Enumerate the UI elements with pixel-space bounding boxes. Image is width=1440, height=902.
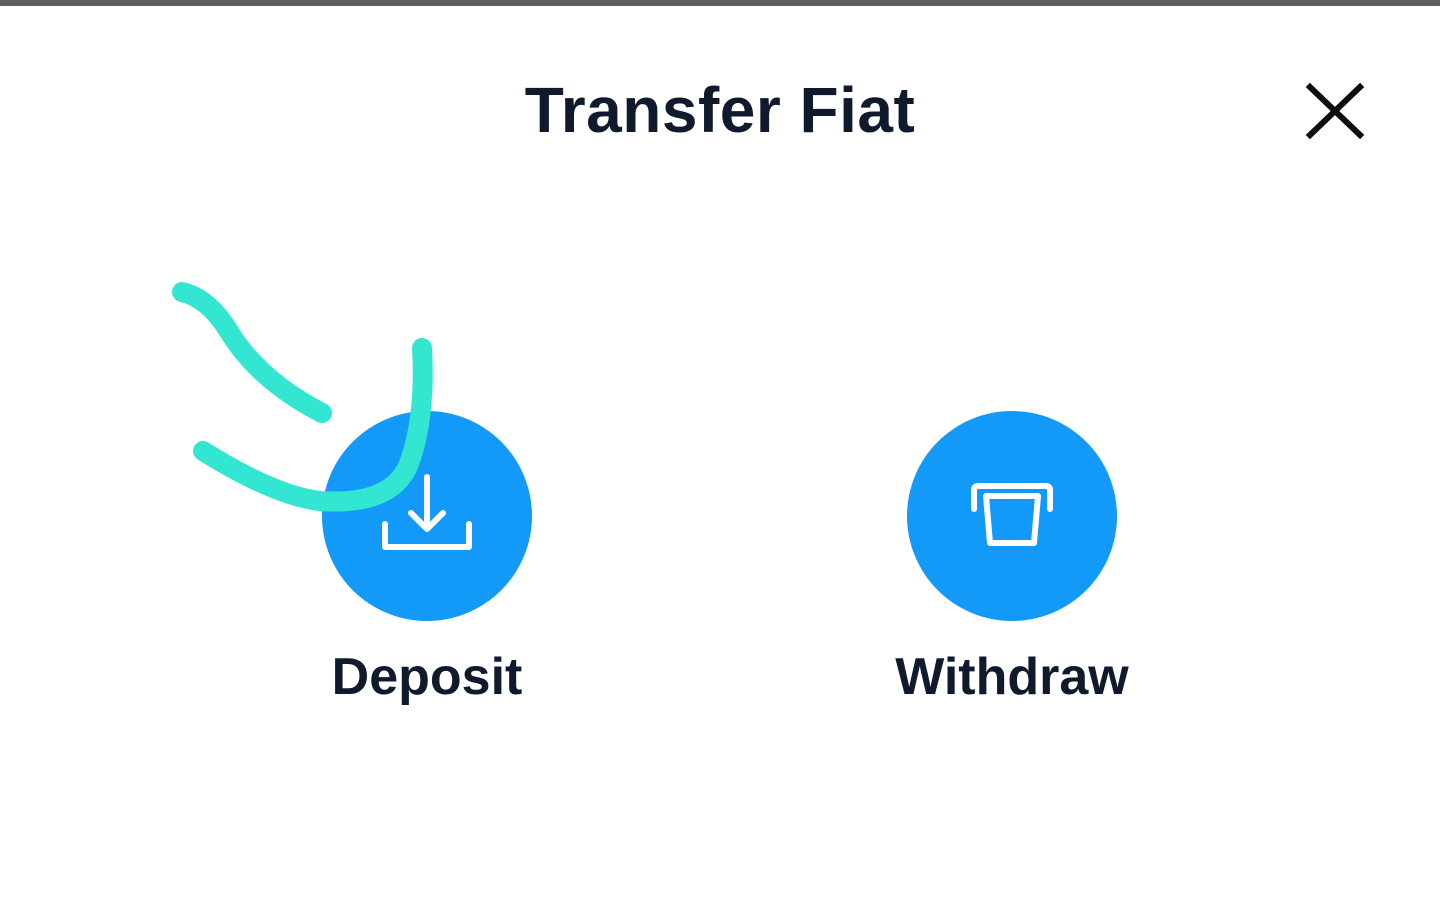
modal-title: Transfer Fiat [524, 74, 916, 146]
deposit-button[interactable]: Deposit [277, 411, 577, 707]
top-edge-bar [0, 0, 1440, 6]
deposit-label: Deposit [331, 648, 523, 706]
close-button[interactable] [1300, 78, 1370, 144]
withdraw-button[interactable]: Withdraw [862, 411, 1162, 707]
download-tray-icon [382, 474, 472, 550]
close-icon [1305, 82, 1365, 140]
atm-card-slot-icon [971, 483, 1053, 546]
transfer-fiat-modal: Transfer Fiat Deposit Withdraw [0, 0, 1440, 902]
withdraw-label: Withdraw [895, 648, 1129, 706]
deposit-icon-circle [322, 411, 532, 621]
withdraw-icon-circle [907, 411, 1117, 621]
